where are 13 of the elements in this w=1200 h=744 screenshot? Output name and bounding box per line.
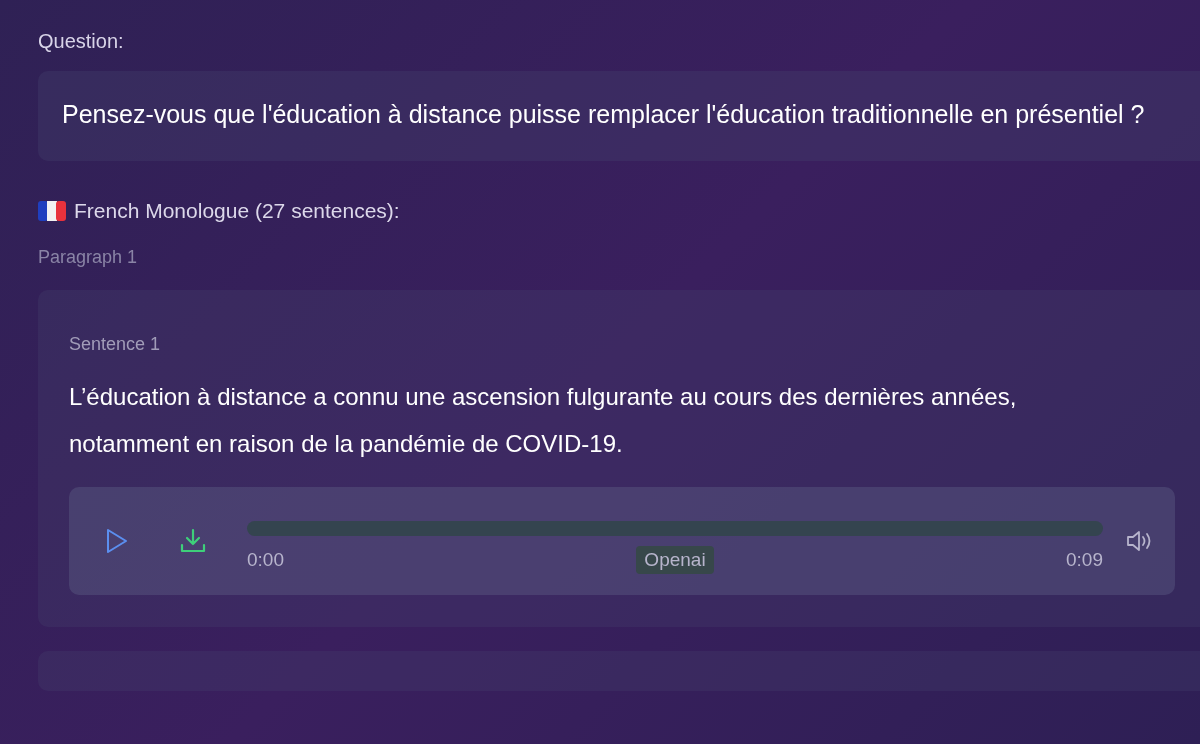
sentence-text: L’éducation à distance a connu une ascension fulgurante au cours des dernières années, notamment en raison de la pandémie de COVID-19. — [69, 382, 1018, 459]
paragraph-label: Paragraph 1 — [38, 247, 138, 268]
download-button[interactable] — [179, 527, 207, 555]
voice-tag: Openai — [636, 545, 714, 574]
question-text: Pensez-vous que l'éducation à distance puisse remplacer l'éducation traditionnelle en présentiel ? — [62, 99, 1145, 130]
flag-icon — [38, 201, 66, 221]
progress-track[interactable] — [247, 520, 1103, 536]
monologue-heading: French Monologue (27 sentences): — [74, 199, 400, 223]
sentence-label: Sentence 1 — [69, 334, 161, 355]
current-time: 0:00 — [247, 548, 284, 571]
duration: 0:09 — [1066, 548, 1103, 571]
question-label: Question: — [38, 30, 124, 53]
play-button[interactable] — [105, 528, 129, 554]
